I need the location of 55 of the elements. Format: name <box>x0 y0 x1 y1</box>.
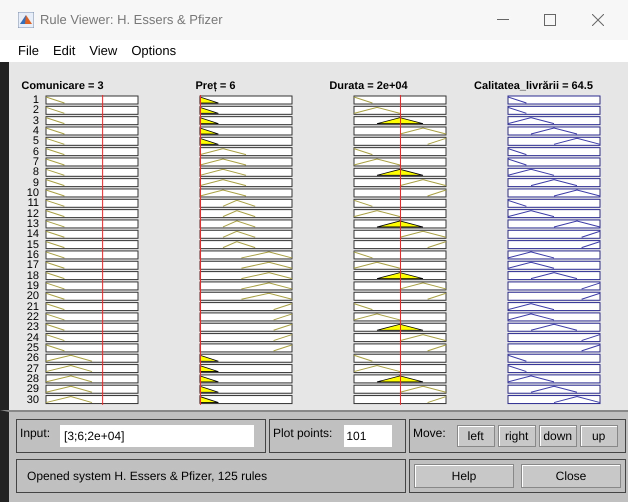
window-title: Rule Viewer: H. Essers & Pfizer <box>40 11 223 30</box>
rule-number: 30 <box>26 394 39 405</box>
rule-number: 5 <box>32 136 39 147</box>
rule-number: 27 <box>26 364 39 374</box>
menu-item[interactable]: Edit <box>52 41 76 61</box>
rule-number: 17 <box>26 260 39 271</box>
rule-number: 3 <box>32 116 39 126</box>
variable-title: Durata = 2e+04 <box>329 78 408 94</box>
push-button[interactable]: Help <box>414 464 514 488</box>
rule-number: 29 <box>26 384 39 395</box>
rule-number: 20 <box>26 291 39 302</box>
rule-number: 26 <box>26 353 39 364</box>
rule-number: 23 <box>26 322 39 333</box>
rule-number: 14 <box>26 229 39 240</box>
plot-points-field[interactable]: 101 <box>344 425 392 447</box>
app-logo-icon <box>18 12 34 28</box>
rule-number: 2 <box>32 105 39 116</box>
close-icon[interactable] <box>592 14 604 26</box>
menu-item[interactable]: Options <box>131 41 176 61</box>
rule-number: 12 <box>26 208 39 219</box>
maximize-icon[interactable] <box>544 14 556 26</box>
menu-item[interactable]: View <box>89 41 118 61</box>
rule-number: 16 <box>26 250 39 260</box>
rule-number: 25 <box>26 342 39 354</box>
push-button[interactable]: down <box>538 425 577 447</box>
variable-title: Comunicare = 3 <box>21 78 104 94</box>
rule-number: 15 <box>26 240 39 250</box>
rule-number: 6 <box>32 146 39 157</box>
rule-number: 19 <box>26 280 39 292</box>
rule-number: 7 <box>32 156 39 168</box>
rule-number: 9 <box>32 178 39 188</box>
status-message: Opened system H. Essers & Pfizer, 125 rules <box>27 469 268 483</box>
input-label: Input: <box>20 425 50 442</box>
input-field[interactable]: [3;6;2e+04] <box>60 425 254 447</box>
rule-number: 18 <box>26 270 39 281</box>
rule-number: 21 <box>26 302 39 312</box>
rule-number: 11 <box>28 198 39 209</box>
push-button[interactable]: Close <box>521 464 621 488</box>
plot-points-label: Plot points: <box>273 425 332 442</box>
variable-title: Preț = 6 <box>195 78 236 94</box>
push-button[interactable]: left <box>456 425 495 447</box>
push-button[interactable]: right <box>498 425 536 447</box>
variable-title: Calitatea_livrării = 64.5 <box>474 78 593 94</box>
rule-number: 4 <box>32 126 39 136</box>
move-label: Move: <box>413 425 446 442</box>
push-button[interactable]: up <box>580 425 618 447</box>
rule-number: 10 <box>26 188 39 198</box>
rule-number: 22 <box>26 312 39 322</box>
rule-number: 13 <box>26 218 39 230</box>
rule-number: 28 <box>26 374 39 384</box>
rule-number: 1 <box>32 95 39 106</box>
rule-number: 8 <box>32 167 39 178</box>
menu-item[interactable]: File <box>18 41 39 61</box>
rule-number: 24 <box>26 332 39 343</box>
minimize-icon[interactable] <box>497 19 509 21</box>
